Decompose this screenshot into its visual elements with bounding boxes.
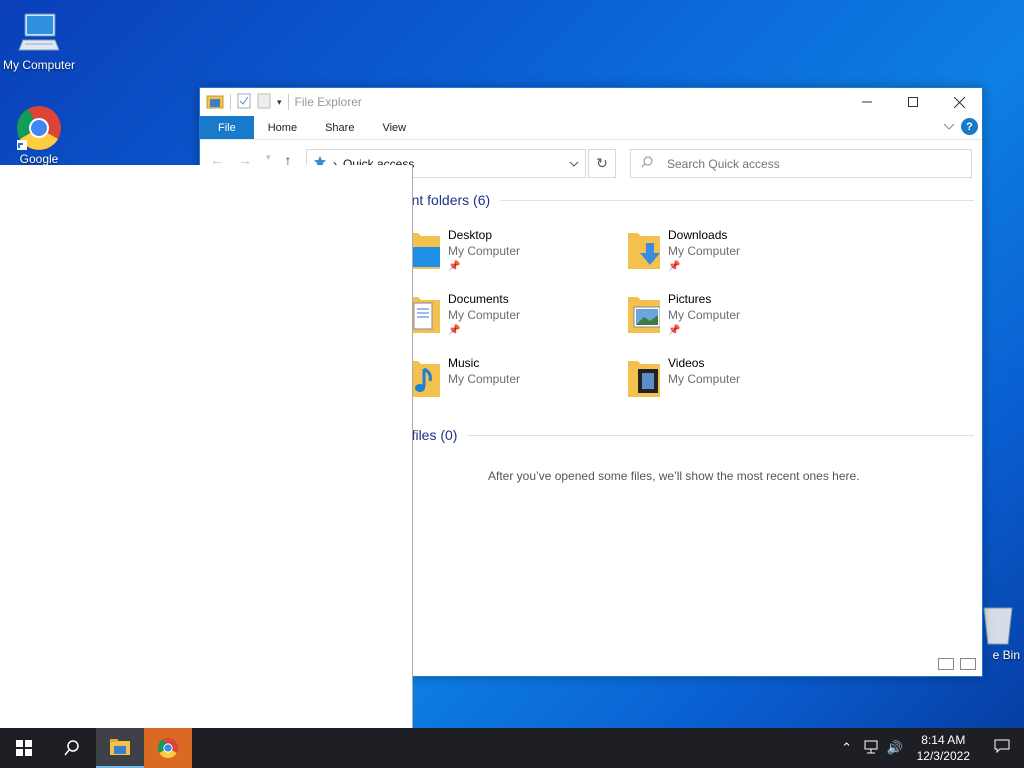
search-icon	[64, 740, 79, 756]
folder-name: Pictures	[668, 292, 712, 306]
minimize-button[interactable]	[844, 88, 890, 116]
folder-item-documents[interactable]: Documents My Computer 📌	[408, 291, 520, 339]
toolbar-divider	[287, 94, 289, 110]
ribbon-tabs: File Home Share View ?	[200, 116, 982, 140]
network-icon[interactable]	[859, 740, 883, 757]
customize-toolbar-icon[interactable]: ▾	[277, 97, 282, 108]
taskbar-file-explorer[interactable]	[96, 728, 144, 768]
pictures-folder-icon	[628, 291, 661, 333]
tab-share[interactable]: Share	[311, 116, 368, 139]
taskbar: ⌃ 🔊 8:14 AM 12/3/2022	[0, 728, 1024, 768]
folder-location: My Computer	[668, 372, 741, 386]
blank-overlay-panel	[0, 165, 413, 728]
tab-file[interactable]: File	[200, 116, 254, 139]
folder-location: My Computer	[448, 372, 521, 386]
window-title: File Explorer	[294, 95, 362, 109]
maximize-button[interactable]	[890, 88, 936, 116]
clock-date: 12/3/2022	[916, 749, 970, 763]
search-box[interactable]	[630, 149, 972, 178]
action-center-icon[interactable]	[980, 739, 1024, 758]
desktop-icon-label: Google	[19, 152, 59, 166]
file-explorer-icon	[110, 739, 130, 755]
clock-time: 8:14 AM	[921, 733, 966, 747]
close-button[interactable]	[936, 88, 982, 116]
show-hidden-icons-icon[interactable]: ⌃	[835, 740, 859, 756]
refresh-icon: ↻	[596, 155, 608, 171]
frequent-folders-header[interactable]: uent folders (6)	[396, 192, 974, 208]
folder-item-music[interactable]: Music My Computer	[408, 355, 520, 397]
recent-files-header[interactable]: nt files (0)	[396, 427, 974, 443]
folder-item-pictures[interactable]: Pictures My Computer 📌	[628, 291, 740, 339]
downloads-folder-icon	[628, 227, 660, 269]
search-input[interactable]	[667, 156, 947, 171]
folder-name: Music	[448, 356, 480, 370]
search-button[interactable]	[48, 728, 96, 768]
windows-logo-icon	[16, 740, 32, 756]
folder-item-videos[interactable]: Videos My Computer	[628, 355, 740, 397]
start-button[interactable]	[0, 728, 48, 768]
folder-name: Desktop	[448, 228, 493, 242]
folder-location: My Computer	[668, 244, 741, 258]
system-tray: ⌃ 🔊 8:14 AM 12/3/2022	[835, 728, 1024, 768]
address-dropdown-icon[interactable]	[563, 150, 585, 177]
pin-icon: 📌	[448, 261, 461, 272]
properties-icon[interactable]	[237, 93, 251, 112]
title-bar: ▾ File Explorer	[200, 88, 982, 116]
pin-icon: 📌	[448, 325, 461, 336]
folder-name: Downloads	[668, 228, 728, 242]
chrome-icon	[157, 737, 179, 759]
toolbar-divider	[230, 94, 231, 110]
recent-files-empty-message: After you’ve opened some files, we’ll sh…	[488, 469, 860, 483]
refresh-button[interactable]: ↻	[588, 149, 616, 178]
computer-icon	[15, 8, 63, 56]
folder-name: Documents	[448, 292, 509, 306]
pin-icon: 📌	[668, 325, 681, 336]
section-divider	[500, 199, 974, 201]
desktop-icon-label: My Computer	[2, 58, 76, 72]
expand-ribbon-icon[interactable]	[943, 120, 955, 134]
videos-folder-icon	[628, 355, 660, 397]
help-button[interactable]: ?	[961, 118, 978, 135]
search-icon	[641, 156, 653, 171]
volume-icon[interactable]: 🔊	[883, 740, 907, 756]
folder-item-desktop[interactable]: Desktop My Computer 📌	[408, 227, 520, 275]
quick-access-toolbar: ▾	[200, 93, 289, 112]
taskbar-chrome[interactable]	[144, 728, 192, 768]
desktop-icon-chrome[interactable]: Google	[0, 104, 79, 166]
folder-location: My Computer	[448, 244, 521, 258]
details-view-icon[interactable]	[938, 658, 954, 670]
folder-location: My Computer	[448, 308, 521, 322]
explorer-app-icon	[206, 93, 224, 112]
pin-icon: 📌	[668, 261, 681, 272]
clock[interactable]: 8:14 AM 12/3/2022	[907, 732, 980, 764]
folder-location: My Computer	[668, 308, 741, 322]
large-icons-view-icon[interactable]	[960, 658, 976, 670]
folder-item-downloads[interactable]: Downloads My Computer 📌	[628, 227, 740, 275]
desktop-icon-my-computer[interactable]: My Computer	[0, 8, 79, 72]
folder-name: Videos	[668, 356, 705, 370]
section-divider	[467, 434, 974, 436]
chrome-icon	[15, 104, 63, 152]
tab-view[interactable]: View	[368, 116, 420, 139]
tab-home[interactable]: Home	[254, 116, 311, 139]
new-folder-icon[interactable]	[257, 93, 271, 112]
